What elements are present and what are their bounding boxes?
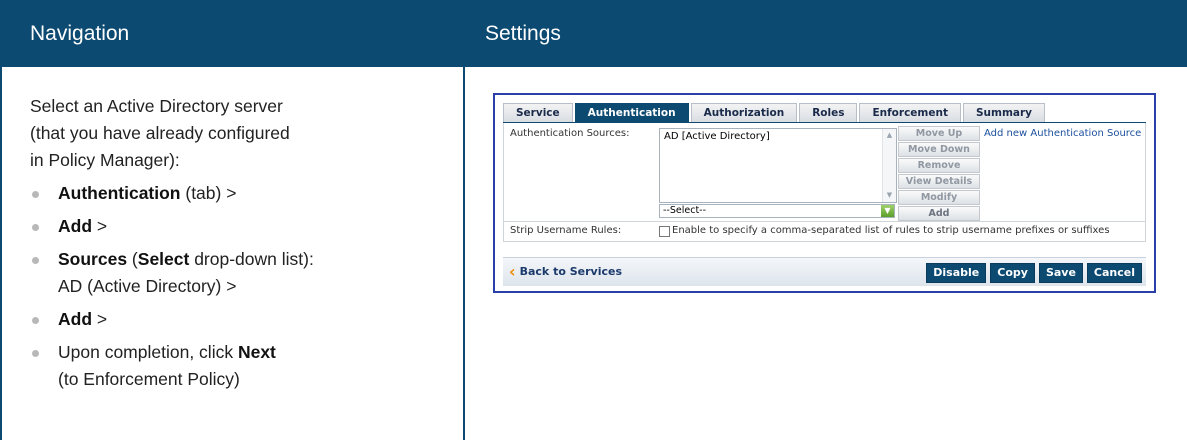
chevron-down-icon[interactable]: ▼ bbox=[881, 205, 894, 217]
auth-source-select[interactable]: --Select-- ▼ bbox=[659, 204, 895, 218]
tab-bar: Service Authentication Authorization Rol… bbox=[503, 103, 1047, 122]
tab-authorization[interactable]: Authorization bbox=[690, 103, 798, 122]
select-value: --Select-- bbox=[663, 205, 707, 216]
modify-button[interactable]: Modify bbox=[898, 190, 980, 205]
back-to-services-link[interactable]: ‹ Back to Services bbox=[509, 262, 622, 281]
auth-sources-row: Authentication Sources: AD [Active Direc… bbox=[503, 123, 1146, 222]
list-item[interactable]: AD [Active Directory] bbox=[664, 131, 770, 142]
step-item: Upon completion, click Next (to Enforceme… bbox=[30, 339, 450, 393]
tab-authentication[interactable]: Authentication bbox=[574, 103, 689, 122]
steps-list: Authentication (tab) > Add > Sources (Se… bbox=[30, 180, 450, 393]
header-settings: Settings bbox=[465, 0, 1187, 67]
cancel-button[interactable]: Cancel bbox=[1086, 263, 1142, 283]
tab-summary[interactable]: Summary bbox=[962, 103, 1046, 122]
footer-buttons: Disable Copy Save Cancel bbox=[922, 263, 1142, 283]
header-navigation: Navigation bbox=[0, 0, 464, 67]
step-text: ( bbox=[127, 249, 138, 269]
back-link-label: Back to Services bbox=[519, 265, 622, 278]
header-settings-label: Settings bbox=[485, 21, 561, 45]
add-button[interactable]: Add bbox=[898, 206, 980, 221]
tab-roles[interactable]: Roles bbox=[799, 103, 858, 122]
strip-username-label: Strip Username Rules: bbox=[510, 225, 622, 236]
step-keyword: Select bbox=[137, 249, 190, 269]
doc-table: Navigation Settings Select an Active Dir… bbox=[0, 0, 1187, 440]
copy-button[interactable]: Copy bbox=[990, 263, 1035, 283]
column-divider bbox=[463, 0, 465, 440]
add-new-auth-source-link[interactable]: Add new Authentication Source bbox=[984, 128, 1141, 139]
intro-line: Select an Active Directory server bbox=[30, 96, 283, 116]
step-keyword: Next bbox=[237, 342, 276, 362]
step-text: Upon completion, click bbox=[58, 342, 238, 362]
tab-enforcement[interactable]: Enforcement bbox=[859, 103, 961, 122]
screenshot-panel: Service Authentication Authorization Rol… bbox=[493, 93, 1156, 293]
tab-service[interactable]: Service bbox=[503, 103, 573, 122]
disable-button[interactable]: Disable bbox=[926, 263, 987, 283]
chevron-left-icon: ‹ bbox=[509, 262, 516, 281]
step-item: Add > bbox=[30, 306, 450, 333]
view-details-button[interactable]: View Details bbox=[898, 174, 980, 189]
auth-sources-label: Authentication Sources: bbox=[510, 128, 630, 139]
header-navigation-label: Navigation bbox=[30, 21, 130, 45]
step-keyword: Authentication bbox=[58, 183, 181, 203]
step-text: > bbox=[92, 216, 108, 236]
step-keyword: Sources bbox=[58, 249, 128, 269]
move-up-button[interactable]: Move Up bbox=[898, 126, 980, 141]
step-keyword: Add bbox=[58, 216, 93, 236]
scroll-down-icon[interactable]: ▼ bbox=[885, 191, 894, 200]
step-keyword: Add bbox=[58, 309, 93, 329]
intro-line: in Policy Manager): bbox=[30, 150, 180, 170]
step-item: Authentication (tab) > bbox=[30, 180, 450, 207]
step-item: Sources (Select drop-down list): AD (Acti… bbox=[30, 246, 450, 300]
step-item: Add > bbox=[30, 213, 450, 240]
listbox-scrollbar[interactable]: ▲ ▼ bbox=[882, 129, 896, 202]
step-text: (tab) > bbox=[180, 183, 237, 203]
step-text: AD (Active Directory) > bbox=[58, 276, 237, 296]
step-text: > bbox=[92, 309, 108, 329]
save-button[interactable]: Save bbox=[1038, 263, 1083, 283]
step-text: (to Enforcement Policy) bbox=[58, 369, 240, 389]
remove-button[interactable]: Remove bbox=[898, 158, 980, 173]
step-text: drop-down list): bbox=[189, 249, 314, 269]
auth-sources-listbox[interactable]: AD [Active Directory] ▲ ▼ bbox=[659, 128, 897, 203]
strip-username-checkbox[interactable] bbox=[659, 226, 670, 237]
move-down-button[interactable]: Move Down bbox=[898, 142, 980, 157]
action-footer: ‹ Back to Services Disable Copy Save Can… bbox=[503, 257, 1146, 286]
strip-username-row: Strip Username Rules: Enable to specify … bbox=[503, 221, 1146, 242]
scroll-up-icon[interactable]: ▲ bbox=[885, 131, 894, 140]
source-button-column: Move Up Move Down Remove View Details Mo… bbox=[898, 126, 980, 222]
strip-username-description: Enable to specify a comma-separated list… bbox=[672, 225, 1110, 236]
navigation-instructions: Select an Active Directory server (that … bbox=[30, 93, 450, 393]
intro-line: (that you have already configured bbox=[30, 123, 290, 143]
